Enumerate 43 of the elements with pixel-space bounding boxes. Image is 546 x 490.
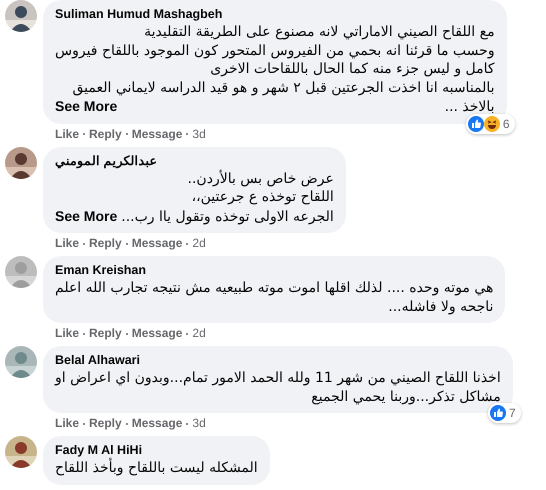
reply-link[interactable]: Reply: [89, 126, 122, 142]
comment-author[interactable]: عبدالكريم المومني: [55, 152, 158, 170]
reaction-count[interactable]: 7: [488, 403, 521, 423]
comment-text: وحسب ما قرئنا انه بحمي من الفيروس المتحور كون الموجود باللقاح فيروس: [55, 42, 495, 60]
comment-text: كامل و ليس جزء منه كما الحال باللقاحات الاخرى: [209, 60, 495, 78]
see-more-link[interactable]: See More: [55, 206, 118, 224]
reaction-count[interactable]: 6: [466, 114, 515, 134]
see-more-link[interactable]: See More: [55, 97, 118, 115]
message-link[interactable]: Message: [132, 326, 182, 341]
comment-text: ناجحه ولا فاشله...: [387, 298, 494, 316]
reaction-number: 7: [509, 405, 517, 422]
like-link[interactable]: Like: [55, 236, 80, 251]
comment-author[interactable]: Eman Kreishan: [55, 262, 146, 279]
comment-time[interactable]: 2d: [192, 326, 206, 341]
thumbs-up-icon: [490, 405, 506, 421]
reply-link[interactable]: Reply: [89, 416, 122, 431]
reply-link[interactable]: Reply: [89, 236, 122, 251]
message-link[interactable]: Message: [132, 236, 182, 251]
comment-text: اللقاح توخذه ع جرعتين،،: [190, 188, 334, 206]
comment-text: المشكله ليست باللقاح وبأخذ اللقاح: [55, 459, 258, 478]
message-link[interactable]: Message: [132, 416, 182, 431]
like-link[interactable]: Like: [55, 416, 80, 431]
comment-time[interactable]: 2d: [192, 236, 206, 251]
reply-link[interactable]: Reply: [89, 326, 122, 341]
thumbs-up-icon: [468, 116, 484, 132]
reaction-number: 6: [502, 116, 511, 132]
comment-text: مشاكل تذكر...وربنا يحمي الجميع: [310, 388, 501, 406]
comment-author[interactable]: Belal Alhawari: [55, 352, 140, 369]
comment-text: الجرعه الاولى توخذه وتقول ياا رب...: [121, 208, 334, 226]
comment-author[interactable]: Suliman Humud Mashagbeh: [55, 6, 222, 23]
like-link[interactable]: Like: [55, 326, 80, 341]
comment-text: هي موته وحده .... لذلك اقلها اموت موته طبيعيه مش نتيجه تجارب الله اعلم: [55, 279, 494, 298]
laughing-face-icon: [484, 116, 500, 132]
comment-text: بالمناسبه انا اخذت الجرعتين قبل ٢ شهر و هو قيد الدراسه لايماني العميق: [71, 78, 495, 97]
comment-time[interactable]: 3d: [192, 416, 206, 431]
like-link[interactable]: Like: [55, 126, 80, 142]
comment-text: مع اللقاح الصيني الاماراتي لانه مصنوع على الطريقة التقليدية: [143, 23, 495, 42]
comment-text: اخذنا اللقاح الصيني من شهر 11 ولله الحمد الامور تمام...وبدون اي اعراض او: [55, 369, 501, 388]
comment-time[interactable]: 3d: [192, 126, 206, 142]
comment-text: بالاخذ ...: [444, 98, 495, 116]
comment-author[interactable]: Fady M Al HiHi: [55, 442, 142, 459]
comment-text: عرض خاص بس بالأردن..: [186, 170, 334, 188]
message-link[interactable]: Message: [132, 126, 182, 142]
